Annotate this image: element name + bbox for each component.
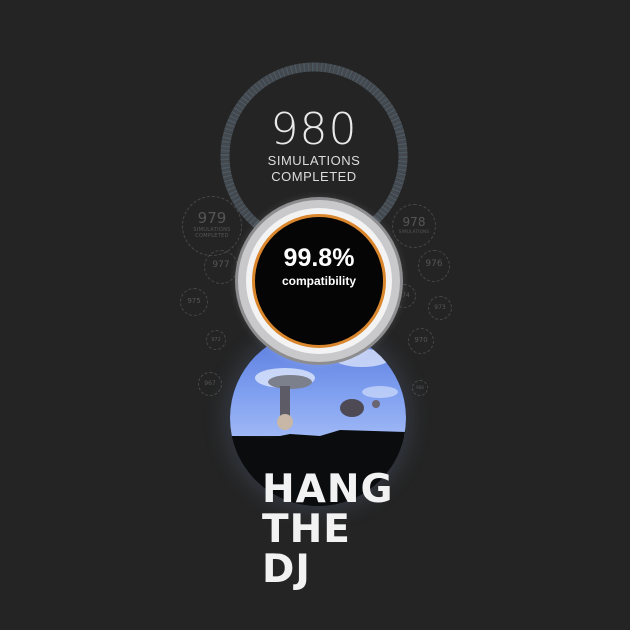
hang-the-dj-logo: HANG THE DJ [262, 470, 393, 590]
simulation-bubble: 973 [428, 296, 452, 320]
compatibility-percent: 99.8% [283, 244, 355, 272]
simulation-bubble: 968 [412, 380, 428, 396]
logo-line: HANG [262, 467, 394, 512]
bubble-number: 972 [211, 337, 221, 343]
simulation-bubble: 972 [206, 330, 226, 350]
simulations-count: 980 [270, 104, 358, 155]
simulation-bubble: 975 [180, 288, 208, 316]
simulation-bubble: 970 [408, 328, 434, 354]
simulations-caption: SIMULATIONS COMPLETED [218, 153, 410, 185]
bubble-number: 977 [212, 260, 230, 270]
bubble-number: 970 [414, 336, 428, 344]
caption-line: SIMULATIONS [267, 153, 361, 168]
simulation-bubble: 976 [418, 250, 450, 282]
poster: 979 SIMULATIONS COMPLETED 978 SIMULATION… [0, 0, 630, 630]
bubble-number: 968 [416, 385, 424, 390]
bubble-number: 973 [434, 304, 446, 311]
caption-line: COMPLETED [271, 169, 357, 184]
compatibility-label: compatibility [281, 274, 356, 288]
bubble-number: 975 [187, 297, 201, 305]
bubble-number: 976 [425, 259, 443, 269]
simulation-bubble: 977 [204, 250, 238, 284]
bubble-number: 967 [204, 380, 216, 387]
logo-line: DJ [262, 547, 311, 592]
logo-line: THE [262, 507, 351, 552]
simulation-bubble: 967 [198, 372, 222, 396]
